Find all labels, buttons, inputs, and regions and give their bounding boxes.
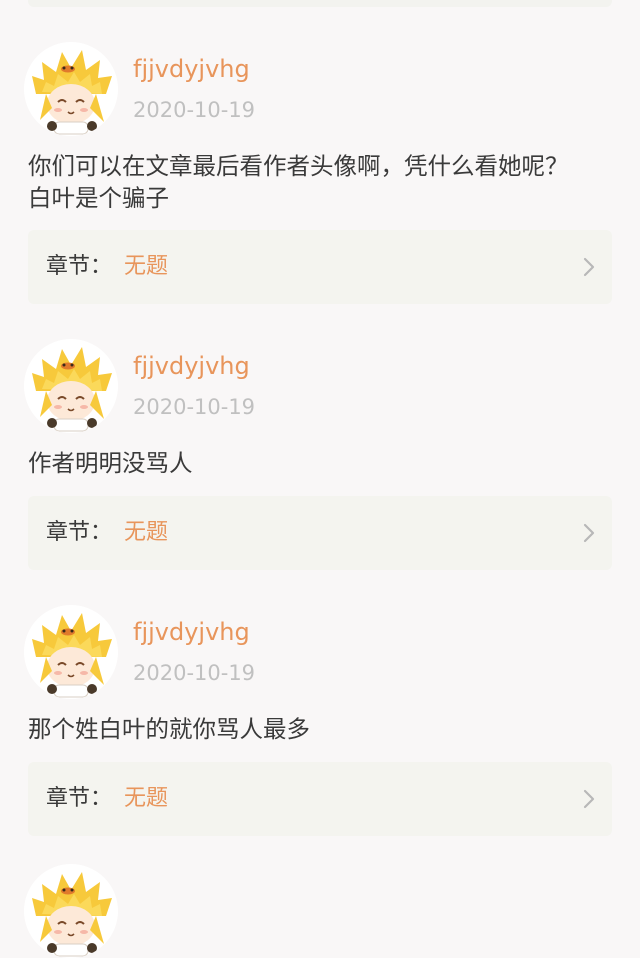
comment-text: 作者明明没骂人 <box>28 449 193 477</box>
comment-text: 那个姓白叶的就你骂人最多 <box>28 715 310 743</box>
avatar[interactable] <box>24 339 118 433</box>
chapter-link[interactable]: 章节： 无题 <box>28 230 612 304</box>
anime-avatar-icon <box>24 864 118 958</box>
chapter-link[interactable]: 章节： 无题 <box>28 496 612 570</box>
chapter-title: 无题 <box>124 786 169 811</box>
chevron-right-icon <box>582 789 596 809</box>
chevron-right-icon <box>582 257 596 277</box>
comment-date: 2020-10-19 <box>133 661 256 685</box>
chapter-link[interactable]: 章节： 无题 <box>28 762 612 836</box>
avatar[interactable] <box>24 864 118 958</box>
username[interactable]: fjjvdyjvhg <box>133 54 250 84</box>
comment-text: 你们可以在文章最后看作者头像啊，凭什么看她呢？ 白叶是个骗子 <box>28 152 569 212</box>
avatar[interactable] <box>24 42 118 136</box>
chevron-right-icon <box>582 523 596 543</box>
anime-avatar-icon <box>24 339 118 433</box>
chapter-label: 章节： <box>46 254 113 279</box>
chapter-label: 章节： <box>46 520 113 545</box>
previous-chapter-bar[interactable] <box>28 0 612 7</box>
anime-avatar-icon <box>24 42 118 136</box>
avatar[interactable] <box>24 605 118 699</box>
chapter-title: 无题 <box>124 254 169 279</box>
comment-date: 2020-10-19 <box>133 395 256 419</box>
chapter-label: 章节： <box>46 786 113 811</box>
anime-avatar-icon <box>24 605 118 699</box>
chapter-title: 无题 <box>124 520 169 545</box>
username[interactable]: fjjvdyjvhg <box>133 617 250 647</box>
comment-date: 2020-10-19 <box>133 98 256 122</box>
username[interactable]: fjjvdyjvhg <box>133 351 250 381</box>
